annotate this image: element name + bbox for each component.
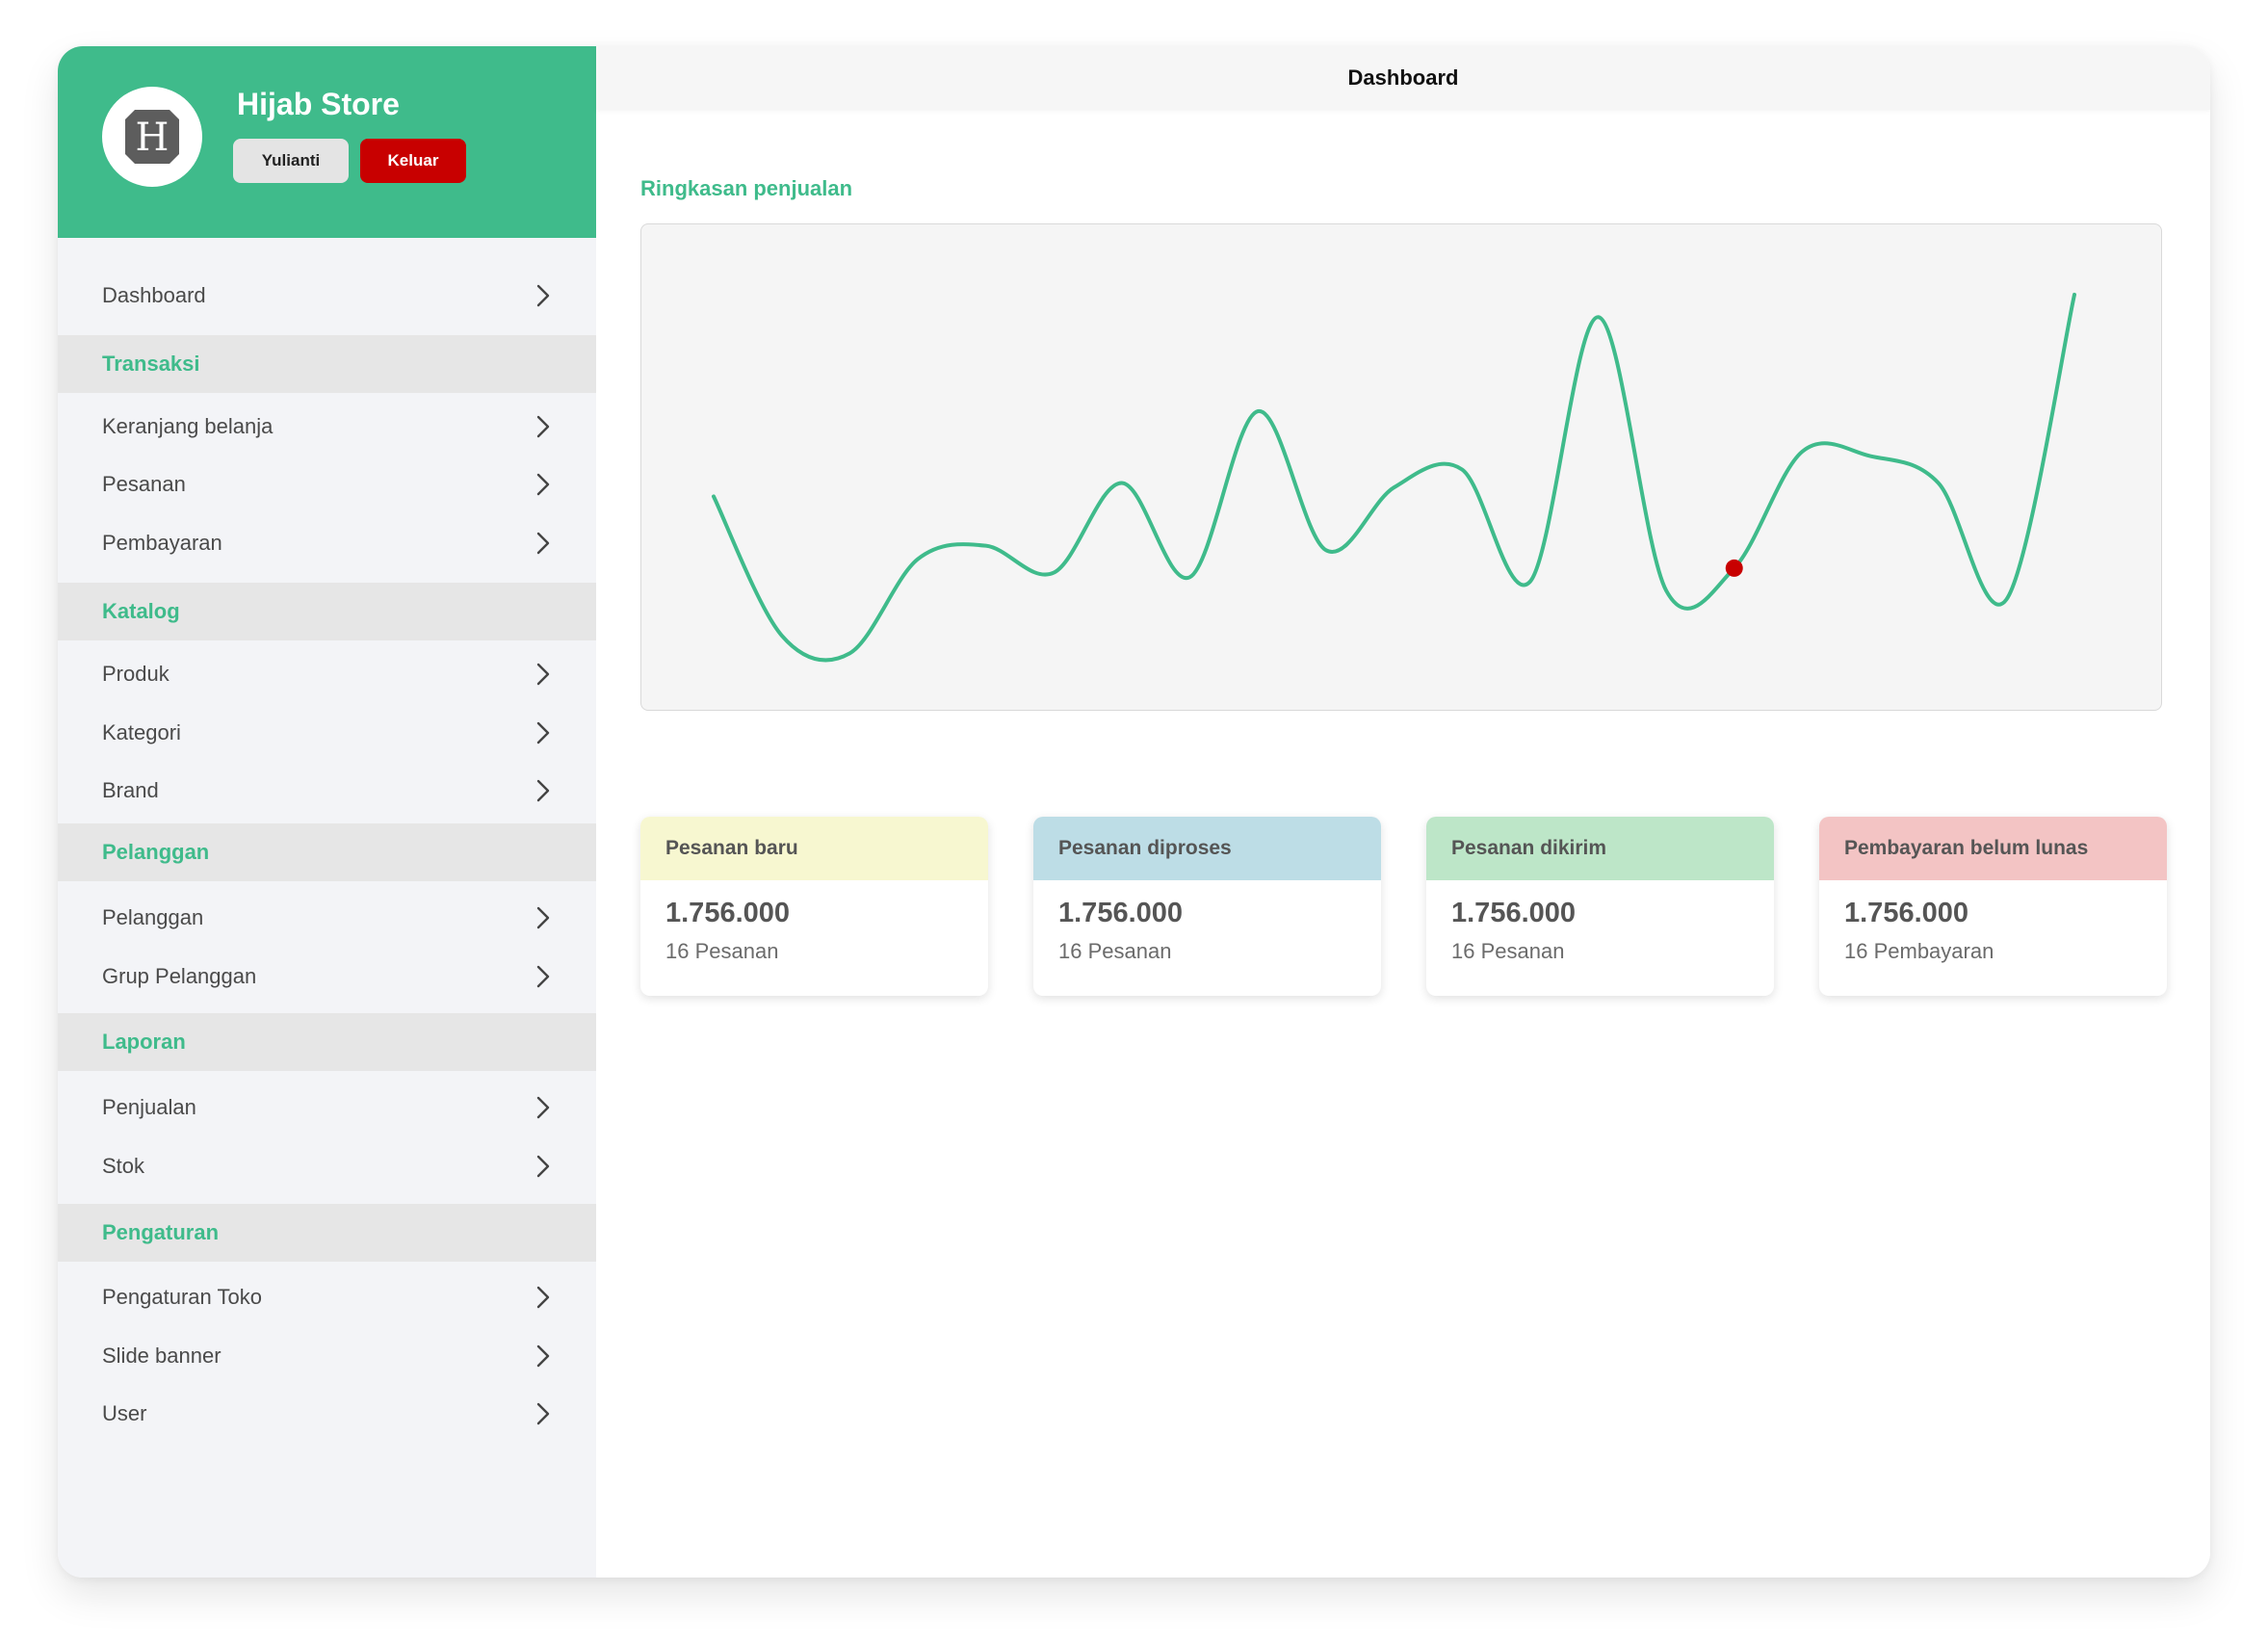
store-name: Hijab Store xyxy=(237,87,400,121)
sidebar-item-label: Kategori xyxy=(102,720,181,744)
stat-card-title: Pesanan baru xyxy=(640,817,988,880)
sidebar-item-brand[interactable]: Brand xyxy=(58,762,596,820)
section-pelanggan: Pelanggan xyxy=(58,823,596,881)
stat-card-count: 16 Pesanan xyxy=(665,939,779,963)
stat-card-unpaid-payments[interactable]: Pembayaran belum lunas 1.756.000 16 Pemb… xyxy=(1819,817,2167,996)
sidebar-item-label: Pesanan xyxy=(102,472,186,496)
stat-card-amount: 1.756.000 xyxy=(1058,898,1184,928)
chevron-right-icon xyxy=(536,965,550,988)
stat-card-title: Pesanan diproses xyxy=(1033,817,1381,880)
app-window: H Hijab Store Yulianti Keluar Dashboard … xyxy=(58,46,2210,1578)
chevron-right-icon xyxy=(536,663,550,686)
sidebar-item-label: Produk xyxy=(102,662,169,686)
section-katalog: Katalog xyxy=(58,583,596,640)
sidebar-item-pengaturan-toko[interactable]: Pengaturan Toko xyxy=(58,1268,596,1326)
stat-card-title: Pembayaran belum lunas xyxy=(1819,817,2167,880)
sidebar-item-label: Keranjang belanja xyxy=(102,414,274,438)
sales-chart xyxy=(640,223,2162,711)
stat-card-amount: 1.756.000 xyxy=(1844,898,1969,928)
stat-card-shipped-orders[interactable]: Pesanan dikirim 1.756.000 16 Pesanan xyxy=(1426,817,1774,996)
sidebar-item-pelanggan[interactable]: Pelanggan xyxy=(58,889,596,947)
chevron-right-icon xyxy=(536,284,550,307)
section-transaksi: Transaksi xyxy=(58,335,596,393)
sidebar-item-label: Pembayaran xyxy=(102,531,222,555)
stat-card-count: 16 Pesanan xyxy=(1451,939,1565,963)
sidebar: H Hijab Store Yulianti Keluar Dashboard … xyxy=(58,46,596,1578)
chevron-right-icon xyxy=(536,473,550,496)
sales-summary-title: Ringkasan penjualan xyxy=(640,176,853,200)
chevron-right-icon xyxy=(536,906,550,929)
sidebar-item-label: Pengaturan Toko xyxy=(102,1285,262,1309)
store-logo-icon: H xyxy=(125,110,179,164)
stat-card-processing-orders[interactable]: Pesanan diproses 1.756.000 16 Pesanan xyxy=(1033,817,1381,996)
logout-button[interactable]: Keluar xyxy=(360,139,466,183)
profile-header: H Hijab Store Yulianti Keluar xyxy=(58,46,596,238)
sidebar-item-produk[interactable]: Produk xyxy=(58,645,596,703)
sidebar-item-keranjang[interactable]: Keranjang belanja xyxy=(58,398,596,456)
stat-card-title: Pesanan dikirim xyxy=(1426,817,1774,880)
stat-card-amount: 1.756.000 xyxy=(665,898,791,928)
sidebar-item-label: Pelanggan xyxy=(102,905,204,929)
sidebar-item-grup-pelanggan[interactable]: Grup Pelanggan xyxy=(58,948,596,1005)
sidebar-item-penjualan[interactable]: Penjualan xyxy=(58,1079,596,1136)
sales-chart-svg xyxy=(712,292,2076,663)
stat-card-count: 16 Pesanan xyxy=(1058,939,1172,963)
sales-series-line xyxy=(712,292,2076,663)
sidebar-item-dashboard[interactable]: Dashboard xyxy=(58,267,596,325)
chevron-right-icon xyxy=(536,1286,550,1309)
sidebar-item-label: Penjualan xyxy=(102,1095,196,1119)
sidebar-item-label: User xyxy=(102,1401,147,1425)
chevron-right-icon xyxy=(536,779,550,802)
sidebar-item-user[interactable]: User xyxy=(58,1385,596,1443)
stat-card-count: 16 Pembayaran xyxy=(1844,939,1994,963)
sidebar-item-stok[interactable]: Stok xyxy=(58,1137,596,1195)
chevron-right-icon xyxy=(536,1155,550,1178)
chevron-right-icon xyxy=(536,1402,550,1425)
chevron-right-icon xyxy=(536,721,550,744)
chevron-right-icon xyxy=(536,532,550,555)
stat-card-new-orders[interactable]: Pesanan baru 1.756.000 16 Pesanan xyxy=(640,817,988,996)
user-button[interactable]: Yulianti xyxy=(233,139,349,183)
sidebar-item-label: Grup Pelanggan xyxy=(102,964,257,988)
sidebar-item-label: Stok xyxy=(102,1154,145,1178)
sidebar-item-label: Slide banner xyxy=(102,1344,222,1368)
chevron-right-icon xyxy=(536,1344,550,1368)
chevron-right-icon xyxy=(536,1096,550,1119)
sidebar-item-label: Dashboard xyxy=(102,283,206,307)
page-title: Dashboard xyxy=(596,46,2210,110)
sidebar-item-kategori[interactable]: Kategori xyxy=(58,704,596,762)
sidebar-item-slide-banner[interactable]: Slide banner xyxy=(58,1327,596,1385)
stat-card-amount: 1.756.000 xyxy=(1451,898,1577,928)
sidebar-item-pembayaran[interactable]: Pembayaran xyxy=(58,514,596,572)
main-content: Dashboard Ringkasan penjualan Pesanan ba… xyxy=(596,46,2210,1578)
chart-point-highlight[interactable] xyxy=(1725,559,1743,577)
store-logo: H xyxy=(102,87,202,187)
chevron-right-icon xyxy=(536,415,550,438)
logo-letter: H xyxy=(136,116,169,160)
sidebar-item-pesanan[interactable]: Pesanan xyxy=(58,456,596,513)
section-laporan: Laporan xyxy=(58,1013,596,1071)
section-pengaturan: Pengaturan xyxy=(58,1204,596,1262)
sidebar-item-label: Brand xyxy=(102,778,159,802)
